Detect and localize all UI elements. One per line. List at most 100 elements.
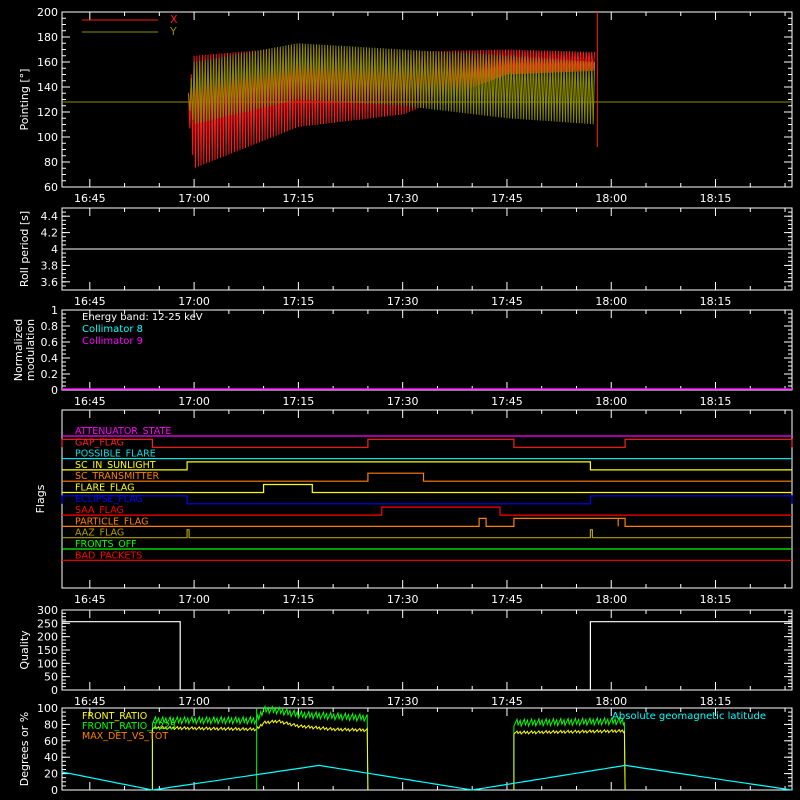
y-tick-label: 50 [44, 671, 58, 684]
x-tick-label: 17:30 [387, 395, 419, 408]
y-tick-label: 250 [37, 617, 58, 630]
panel-roll: 3.6 3.8 4 4.2 4.4 Roll period [s] 16:45 17:00 17… [18, 207, 793, 308]
legend-label-geomagnetic-latitude: Absolute geomagnetic latitude [612, 711, 766, 722]
flag-trace-particle-flag [62, 517, 792, 527]
y-tick-label: 80 [44, 718, 58, 731]
x-tick-label: 17:45 [491, 192, 523, 205]
y-tick-label: 0.6 [41, 336, 59, 349]
flag-label-particle-flag: PARTICLE_FLAG [75, 516, 148, 527]
quality-line [62, 621, 792, 691]
flag-label-eclipse-flag: ECLIPSE_FLAG [75, 494, 143, 505]
x-tick-label: 17:15 [283, 192, 315, 205]
y-tick-label: 200 [37, 631, 58, 644]
panel-modulation: 00.20.40.60.81Normalized modulation16:45 1… [12, 304, 793, 408]
x-tick-label: 17:15 [283, 695, 315, 708]
x-tick-label: 17:00 [178, 593, 210, 606]
x-tick-label: 17:30 [387, 295, 419, 308]
y-tick-label: 0 [51, 684, 58, 697]
legend-label-y: Y [169, 25, 177, 38]
x-tick-label: 18:15 [700, 192, 732, 205]
x-tick-label: 17:15 [283, 395, 315, 408]
panel-pointing: 60 80 100 120 140 160 180 200 Pointing [°] 16:45 1… [18, 6, 793, 205]
flag-label-saa-flag: SAA_FLAG [75, 505, 124, 516]
panel-flags: Flags 16:45 17:00 17:15 17:30 17:45 18:00 18:15… [34, 409, 793, 606]
series-geomagnetic-latitude [61, 764, 793, 791]
y-tick-label: 80 [44, 156, 58, 169]
y-tick-label: 300 [37, 604, 58, 617]
panel-quality: 050100150200250300 Quality 16:45 17:00 17:15… [18, 604, 793, 708]
x-tick-label: 17:45 [491, 295, 523, 308]
y-tick-label: 150 [37, 644, 58, 657]
y-axis-label: Roll period [s] [18, 211, 31, 287]
flag-trace-flare-flag [62, 483, 792, 494]
x-tick-label: 16:45 [74, 295, 106, 308]
x-tick-label: 17:00 [178, 295, 210, 308]
flag-label-aaz-flag: AAZ_FLAG [75, 528, 124, 539]
y-tick-label: 160 [37, 56, 58, 69]
panel-ratios: 020406080100Degrees or % FRONT_RATIOFRONT… [18, 702, 793, 797]
x-tick-label: 18:00 [595, 295, 627, 308]
x-tick-label: 17:30 [387, 593, 419, 606]
y-tick-label: 100 [37, 657, 58, 670]
flag-label-attenuator-state: ATTENUATOR_STATE [75, 426, 171, 437]
series-front-ratio-1225-seg0 [151, 704, 369, 791]
y-tick-label: 60 [44, 735, 58, 748]
x-tick-label: 17:00 [178, 192, 210, 205]
energy-band-annotation: Energy band: 12-25 keV [82, 312, 203, 323]
y-tick-label: 0.2 [41, 368, 59, 381]
y-tick-label: 60 [44, 181, 58, 194]
flag-trace-saa-flag [62, 506, 792, 516]
x-tick-label: 17:00 [178, 695, 210, 708]
y-tick-label: 0.8 [41, 320, 59, 333]
y-axis-label: Pointing [°] [18, 69, 31, 131]
flag-label-fronts-off: FRONTS_OFF [75, 539, 137, 550]
y-tick-label: 40 [44, 751, 58, 764]
series-front-ratio-seg0 [151, 719, 369, 791]
x-tick-label: 17:45 [491, 695, 523, 708]
y-tick-label: 120 [37, 106, 58, 119]
x-tick-label: 17:45 [491, 593, 523, 606]
y-tick-label: 100 [37, 131, 58, 144]
x-tick-label: 17:00 [178, 395, 210, 408]
x-tick-label: 16:45 [74, 593, 106, 606]
y-tick-label: 4.4 [41, 210, 59, 223]
y-tick-label: 3.8 [41, 259, 59, 272]
y-axis-label: Quality [18, 630, 31, 670]
y-tick-label: 1 [51, 304, 58, 317]
x-tick-label: 16:45 [74, 695, 106, 708]
flag-label-flare-flag: FLARE_FLAG [75, 483, 135, 494]
flag-trace-sc-transmitter [62, 472, 792, 482]
x-tick-label: 18:15 [700, 593, 732, 606]
flag-trace-sc-in-sunlight [62, 461, 792, 471]
x-tick-label: 18:15 [700, 695, 732, 708]
y-axis-label: Flags [34, 484, 47, 513]
y-tick-label: 20 [44, 768, 58, 781]
y-tick-label: 3.6 [41, 276, 59, 289]
flag-trace-aaz-flag [62, 529, 792, 539]
legend-label-collimator-9: Collimator 9 [82, 336, 143, 347]
flag-label-gap-flag: GAP_FLAG [75, 437, 124, 448]
x-tick-label: 18:00 [595, 695, 627, 708]
flags-frame [61, 409, 793, 589]
multi-panel-chart: 6080100120140160180200Pointing [°]16:45 1… [12, 6, 793, 797]
x-tick-label: 16:45 [74, 192, 106, 205]
y-axis-label: Degrees or % [18, 712, 31, 786]
y-tick-label: 4.2 [41, 227, 59, 240]
y-tick-label: 180 [37, 31, 58, 44]
y-axis-label-line2: modulation [24, 319, 37, 381]
x-tick-label: 17:15 [283, 295, 315, 308]
flag-trace-eclipse-flag [61, 495, 793, 505]
y-tick-label: 100 [37, 702, 58, 715]
x-tick-label: 17:30 [387, 695, 419, 708]
legend-label-max-det-vs-tot: MAX_DET_VS_TOT [82, 731, 168, 742]
y-tick-label: 140 [37, 81, 58, 94]
flag-trace-gap-flag [61, 438, 793, 448]
x-tick-label: 18:00 [595, 395, 627, 408]
y-tick-label: 0 [51, 784, 58, 797]
x-tick-label: 18:00 [595, 593, 627, 606]
flag-label-bad-packets: BAD_PACKETS [75, 550, 142, 561]
y-tick-label: 0 [51, 384, 58, 397]
x-tick-label: 18:15 [700, 295, 732, 308]
flag-label-sc-transmitter: SC_TRANSMITTER [75, 471, 160, 482]
x-tick-label: 18:15 [700, 395, 732, 408]
